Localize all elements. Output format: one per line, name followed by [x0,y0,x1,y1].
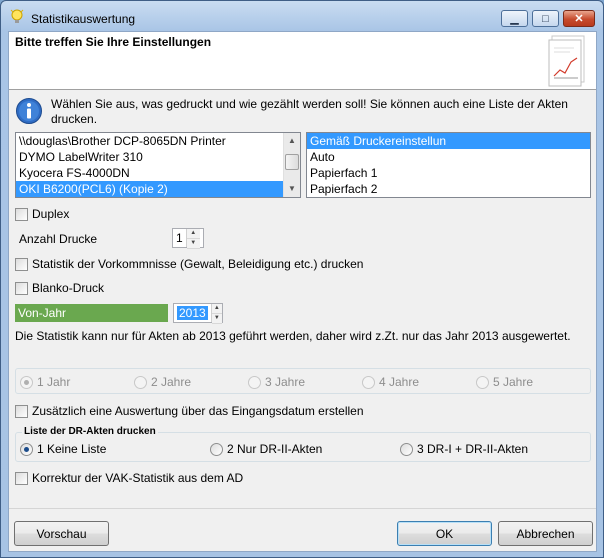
stepper-down-icon[interactable]: ▼ [186,239,200,249]
abbrechen-button[interactable]: Abbrechen [498,521,593,546]
jahre-group: 1 Jahr 2 Jahre 3 Jahre 4 Jahre 5 Jahre [15,368,591,394]
blanko-druck-checkbox[interactable]: Blanko-Druck [15,281,104,295]
radio-3-jahre[interactable]: 3 Jahre [248,375,305,389]
printer-listbox[interactable]: \\douglas\Brother DCP-8065DN Printer DYM… [15,132,301,198]
lightbulb-icon [10,9,24,23]
header-panel: Bitte treffen Sie Ihre Einstellungen [9,32,596,90]
scroll-thumb[interactable] [285,154,299,170]
dr-akten-group-label: Liste der DR-Akten drucken [22,426,158,437]
von-jahr-label: Von-Jahr [15,304,168,322]
korrektur-checkbox[interactable]: Korrektur der VAK-Statistik aus dem AD [15,471,243,485]
radio-label: 3 Jahre [265,375,306,389]
tray-item[interactable]: Papierfach 2 [307,181,590,197]
eingangsdatum-label: Zusätzlich eine Auswertung über das Eing… [32,404,364,418]
stepper-up-icon[interactable]: ▲ [186,229,200,239]
stepper-buttons[interactable]: ▲ ▼ [210,304,222,324]
anzahl-drucke-label: Anzahl Drucke [19,232,98,246]
radio-nur-dr-ii[interactable]: 2 Nur DR-II-Akten [210,442,322,456]
vorschau-button[interactable]: Vorschau [14,521,109,546]
korrektur-label: Korrektur der VAK-Statistik aus dem AD [32,471,244,485]
von-jahr-stepper[interactable]: 2013 ▲ ▼ [173,303,223,324]
stepper-up-icon[interactable]: ▲ [211,304,222,314]
window-title: Statistikauswertung [31,12,136,26]
blanko-druck-label: Blanko-Druck [32,281,105,295]
header-title: Bitte treffen Sie Ihre Einstellungen [15,35,212,49]
title-bar[interactable]: Statistikauswertung ▁ □ ✕ [1,1,603,31]
radio-label: 1 Keine Liste [37,442,107,456]
checkbox-box[interactable] [15,257,28,271]
dr-akten-group: Liste der DR-Akten drucken 1 Keine Liste… [15,426,591,462]
radio-circle[interactable] [134,375,147,389]
radio-circle[interactable] [362,375,375,389]
printer-item[interactable]: DYMO LabelWriter 310 [16,149,300,165]
eingangsdatum-checkbox[interactable]: Zusätzlich eine Auswertung über das Eing… [15,404,364,418]
radio-dr-i-dr-ii[interactable]: 3 DR-I + DR-II-Akten [400,442,528,456]
tray-listbox[interactable]: Gemäß Druckereinstellun Auto Papierfach … [306,132,591,198]
radio-circle[interactable] [20,375,33,389]
radio-1-jahr[interactable]: 1 Jahr [20,375,70,389]
von-jahr-value[interactable]: 2013 [177,306,208,320]
radio-circle[interactable] [210,442,223,456]
statistik-vorkommnisse-label: Statistik der Vorkommnisse (Gewalt, Bele… [32,257,364,271]
duplex-checkbox[interactable]: Duplex [15,207,69,221]
stepper-buttons[interactable]: ▲ ▼ [185,229,200,249]
radio-circle[interactable] [400,442,413,456]
stepper-down-icon[interactable]: ▼ [211,314,222,324]
printer-item[interactable]: \\douglas\Brother DCP-8065DN Printer [16,133,300,149]
radio-4-jahre[interactable]: 4 Jahre [362,375,419,389]
radio-circle[interactable] [248,375,261,389]
statistik-note: Die Statistik kann nur für Akten ab 2013… [15,329,571,343]
radio-circle[interactable] [20,442,33,456]
ok-button[interactable]: OK [397,521,492,546]
radio-keine-liste[interactable]: 1 Keine Liste [20,442,106,456]
duplex-label: Duplex [32,207,70,221]
checkbox-box[interactable] [15,404,28,418]
close-button[interactable]: ✕ [563,10,595,27]
statistik-vorkommnisse-checkbox[interactable]: Statistik der Vorkommnisse (Gewalt, Bele… [15,257,363,271]
von-jahr-field[interactable]: 2013 [174,304,211,322]
radio-label: 2 Jahre [151,375,192,389]
checkbox-box[interactable] [15,207,28,221]
minimize-button[interactable]: ▁ [501,10,528,27]
radio-label: 5 Jahre [493,375,534,389]
tray-item-selected[interactable]: Gemäß Druckereinstellun [307,133,590,149]
checkbox-box[interactable] [15,281,28,295]
scroll-up-icon[interactable]: ▲ [284,133,300,149]
radio-label: 3 DR-I + DR-II-Akten [417,442,529,456]
scroll-down-icon[interactable]: ▼ [284,181,300,197]
info-text: Wählen Sie aus, was gedruckt und wie gez… [51,97,568,126]
radio-label: 2 Nur DR-II-Akten [227,442,323,456]
anzahl-drucke-value[interactable]: 1 [173,229,186,247]
document-chart-icon [548,35,585,87]
radio-5-jahre[interactable]: 5 Jahre [476,375,533,389]
tray-item[interactable]: Auto [307,149,590,165]
footer-separator [9,508,596,509]
printer-item[interactable]: Kyocera FS-4000DN [16,165,300,181]
printer-item-selected[interactable]: OKI B6200(PCL6) (Kopie 2) [16,181,283,197]
anzahl-drucke-stepper[interactable]: 1 ▲ ▼ [172,228,204,249]
radio-circle[interactable] [476,375,489,389]
info-icon [16,98,42,124]
radio-label: 4 Jahre [379,375,420,389]
radio-label: 1 Jahr [37,375,71,389]
radio-2-jahre[interactable]: 2 Jahre [134,375,191,389]
maximize-button[interactable]: □ [532,10,559,27]
dialog-window: Statistikauswertung ▁ □ ✕ Bitte treffen … [0,0,604,558]
dialog-client: Bitte treffen Sie Ihre Einstellungen Wäh… [8,31,597,552]
tray-item[interactable]: Papierfach 1 [307,165,590,181]
checkbox-box[interactable] [15,471,28,485]
printer-scrollbar[interactable]: ▲ ▼ [283,133,300,197]
